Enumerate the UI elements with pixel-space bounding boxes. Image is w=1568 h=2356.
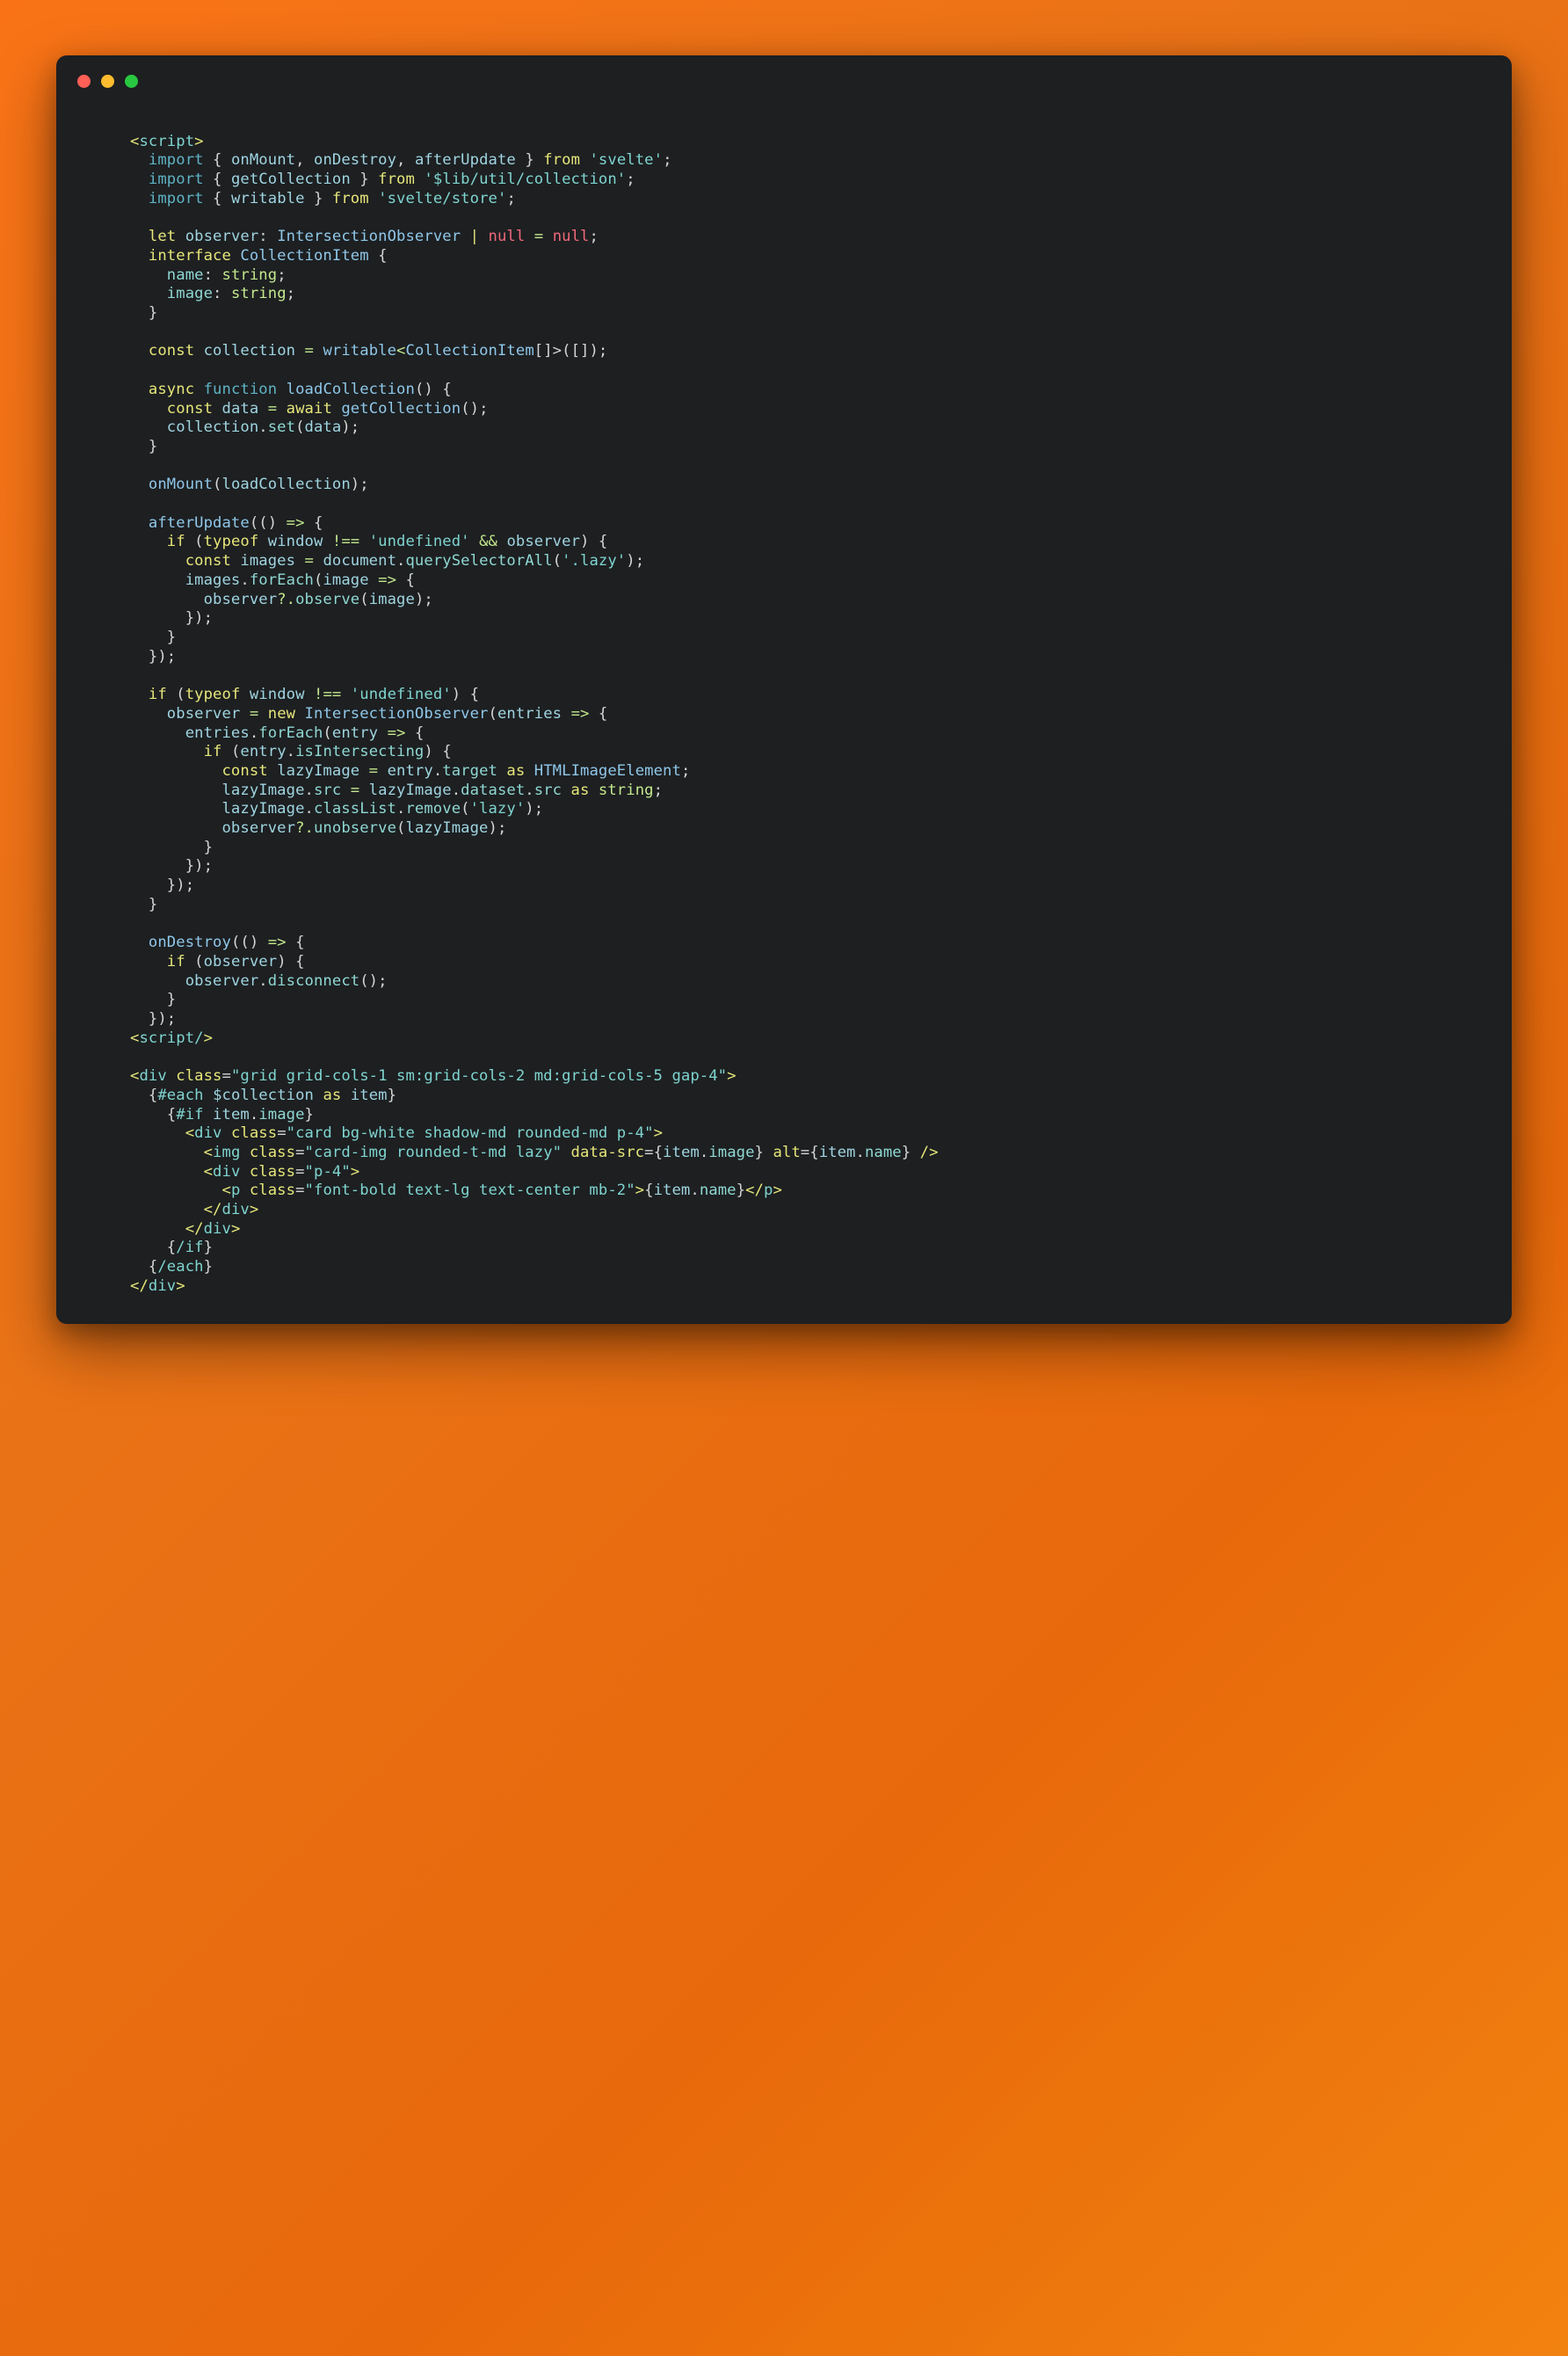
code-line: } [148, 304, 158, 323]
code-line: }); [148, 647, 177, 665]
code-line: const collection = writable<CollectionIt… [148, 342, 608, 360]
code-line: observer?.unobserve(lazyImage); [221, 819, 507, 838]
code-line: import { getCollection } from '$lib/util… [148, 171, 635, 189]
code-line: lazyImage.classList.remove('lazy'); [221, 800, 544, 818]
code-line: collection.set(data); [166, 418, 360, 437]
code-line: lazyImage.src = lazyImage.dataset.src as… [221, 781, 664, 799]
code-line: {#each $collection as item} [148, 1086, 397, 1104]
code-line: }); [148, 1010, 177, 1029]
code-line: <div class="card bg-white shadow-md roun… [185, 1124, 664, 1143]
code-line: name: string; [166, 265, 287, 284]
code-line: async function loadCollection() { [148, 380, 452, 398]
close-button-icon[interactable] [77, 74, 91, 88]
code-line: const images = document.querySelectorAll… [185, 552, 645, 571]
code-line: <script> [130, 132, 204, 150]
zoom-button-icon[interactable] [125, 74, 138, 88]
code-line: if (entry.isIntersecting) { [203, 743, 452, 761]
code-line: image: string; [166, 285, 296, 303]
code-line: <script/> [130, 1029, 214, 1047]
code-line: <img class="card-img rounded-t-md lazy" … [203, 1143, 939, 1161]
code-line: </div> [185, 1219, 241, 1238]
page-root: <script> import { onMount, onDestroy, af… [0, 0, 1568, 2356]
minimize-button-icon[interactable] [101, 74, 114, 88]
code-line: } [203, 838, 214, 856]
code-line: {/if} [166, 1239, 214, 1257]
code-line: </div> [203, 1201, 259, 1219]
code-line: afterUpdate(() => { [148, 513, 323, 532]
code-editor-content[interactable]: <script> import { onMount, onDestroy, af… [56, 106, 1512, 1324]
code-line: onMount(loadCollection); [148, 476, 369, 494]
code-line: interface CollectionItem { [148, 246, 388, 265]
code-line: import { onMount, onDestroy, afterUpdate… [148, 151, 672, 170]
code-line: observer = new IntersectionObserver(entr… [166, 704, 608, 723]
code-line: const data = await getCollection(); [166, 399, 489, 418]
code-line: }); [185, 857, 214, 876]
code-line: {#if item.image} [166, 1105, 314, 1123]
window-titlebar [56, 55, 1512, 106]
code-line: onDestroy(() => { [148, 934, 305, 952]
code-line: if (typeof window !== 'undefined') { [148, 686, 480, 704]
code-line: observer.disconnect(); [185, 971, 388, 990]
code-line: {/each} [148, 1258, 214, 1276]
code-line: } [166, 991, 177, 1009]
code-line: if (typeof window !== 'undefined' && obs… [166, 533, 608, 551]
code-line: import { writable } from 'svelte/store'; [148, 189, 516, 207]
code-line: if (observer) { [166, 952, 305, 971]
code-line: images.forEach(image => { [185, 571, 415, 589]
code-line: } [166, 628, 177, 646]
code-line: <div class="grid grid-cols-1 sm:grid-col… [130, 1067, 737, 1086]
code-line: const lazyImage = entry.target as HTMLIm… [221, 761, 691, 780]
code-line: }); [166, 876, 195, 895]
code-window: <script> import { onMount, onDestroy, af… [56, 55, 1512, 1324]
code-line: </div> [130, 1276, 185, 1295]
code-line: }); [185, 609, 214, 628]
code-line: <p class="font-bold text-lg text-center … [221, 1182, 782, 1200]
code-line: <div class="p-4"> [203, 1162, 360, 1181]
code-line: } [148, 437, 158, 455]
code-line: observer?.observe(image); [203, 590, 433, 608]
code-line: let observer: IntersectionObserver | nul… [148, 228, 599, 246]
code-line: entries.forEach(entry => { [185, 724, 425, 742]
code-line: } [148, 895, 158, 913]
